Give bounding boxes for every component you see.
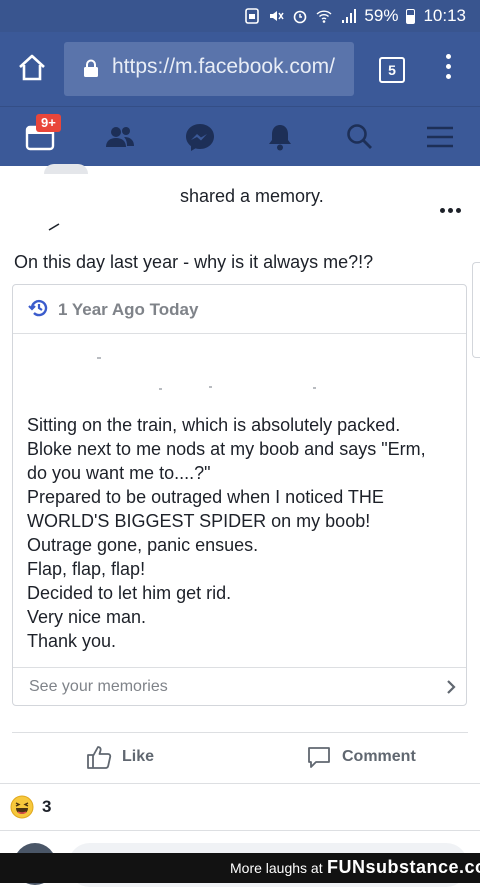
comment-icon [308,747,330,768]
memory-line: Bloke next to me nods at my boob and say… [27,439,426,459]
post-text: On this day last year - why is it always… [14,252,374,272]
chevron-right-icon [447,680,456,694]
signal-icon [342,9,357,23]
memory-line: Thank you. [27,631,117,651]
wifi-icon [316,10,332,23]
messenger-icon[interactable] [182,121,218,153]
battery-percent: 59% [364,6,399,25]
haha-reaction-icon [10,795,34,819]
thumbs-up-icon [87,746,112,769]
memory-line: WORLD'S BIGGEST SPIDER on my boob! [27,511,371,531]
alarm-icon [294,10,307,24]
memory-line: Prepared to be outraged when I noticed T… [27,487,384,507]
url-text: https://m.facebook.com/ [112,55,335,78]
status-bar: 59% 10:13 [0,0,480,32]
post-action-text: shared a memory. [180,186,324,206]
like-label: Like [122,748,155,765]
see-memories-label: See your memories [29,678,168,695]
memory-header-label: 1 Year Ago Today [58,300,199,319]
divider [0,830,480,831]
sim-icon [245,8,260,24]
memory-line: Outrage gone, panic ensues. [27,535,259,555]
search-icon[interactable] [342,121,378,153]
lock-icon [84,59,98,77]
see-memories-link[interactable]: See your memories [13,667,466,706]
watermark-bar: More laughs at FUNsubstance.com [0,853,480,883]
redacted-mark [209,386,212,388]
browser-menu-icon[interactable] [440,54,456,84]
reactions-summary[interactable]: 3 [10,795,51,819]
reaction-count: 3 [42,797,52,816]
comment-button[interactable]: Comment [306,742,416,772]
memory-line: Sitting on the train, which is absolutel… [27,415,401,435]
redacted-mark [159,388,162,390]
memory-header: 1 Year Ago Today [13,285,466,334]
adjacent-card-edge [472,262,480,358]
menu-icon[interactable] [422,121,458,153]
tab-switcher-button[interactable]: 5 [379,57,405,83]
home-icon[interactable] [16,52,48,84]
pen-mark-icon [48,223,60,231]
memory-card[interactable]: 1 Year Ago Today Sitting on the train, w… [12,284,467,706]
watermark-text: More laughs at [230,860,323,876]
comment-label: Comment [342,748,416,765]
notifications-icon[interactable] [262,121,298,153]
memory-text: Sitting on the train, which is absolutel… [27,413,426,653]
mute-icon [270,11,285,21]
avatar[interactable] [44,164,88,174]
browser-toolbar: https://m.facebook.com/ 5 [0,32,480,106]
divider [0,783,480,784]
like-button[interactable]: Like [86,742,154,772]
notification-badge: 9+ [36,114,61,132]
address-bar[interactable]: https://m.facebook.com/ [64,42,354,96]
memory-line: Very nice man. [27,607,147,627]
watermark-brand: FUNsubstance.com [327,857,480,877]
post-options-icon[interactable] [440,200,464,213]
redacted-mark [313,387,316,389]
clock-time: 10:13 [423,6,466,25]
memory-line: do you want me to....?" [27,463,211,483]
facebook-nav-bar [0,106,480,166]
memory-line: Flap, flap, flap! [27,559,146,579]
memory-clock-icon [28,299,48,317]
friends-icon[interactable] [102,121,138,153]
battery-icon [406,8,416,24]
divider [12,732,468,733]
memory-line: Decided to let him get rid. [27,583,232,603]
redacted-mark [97,357,101,359]
